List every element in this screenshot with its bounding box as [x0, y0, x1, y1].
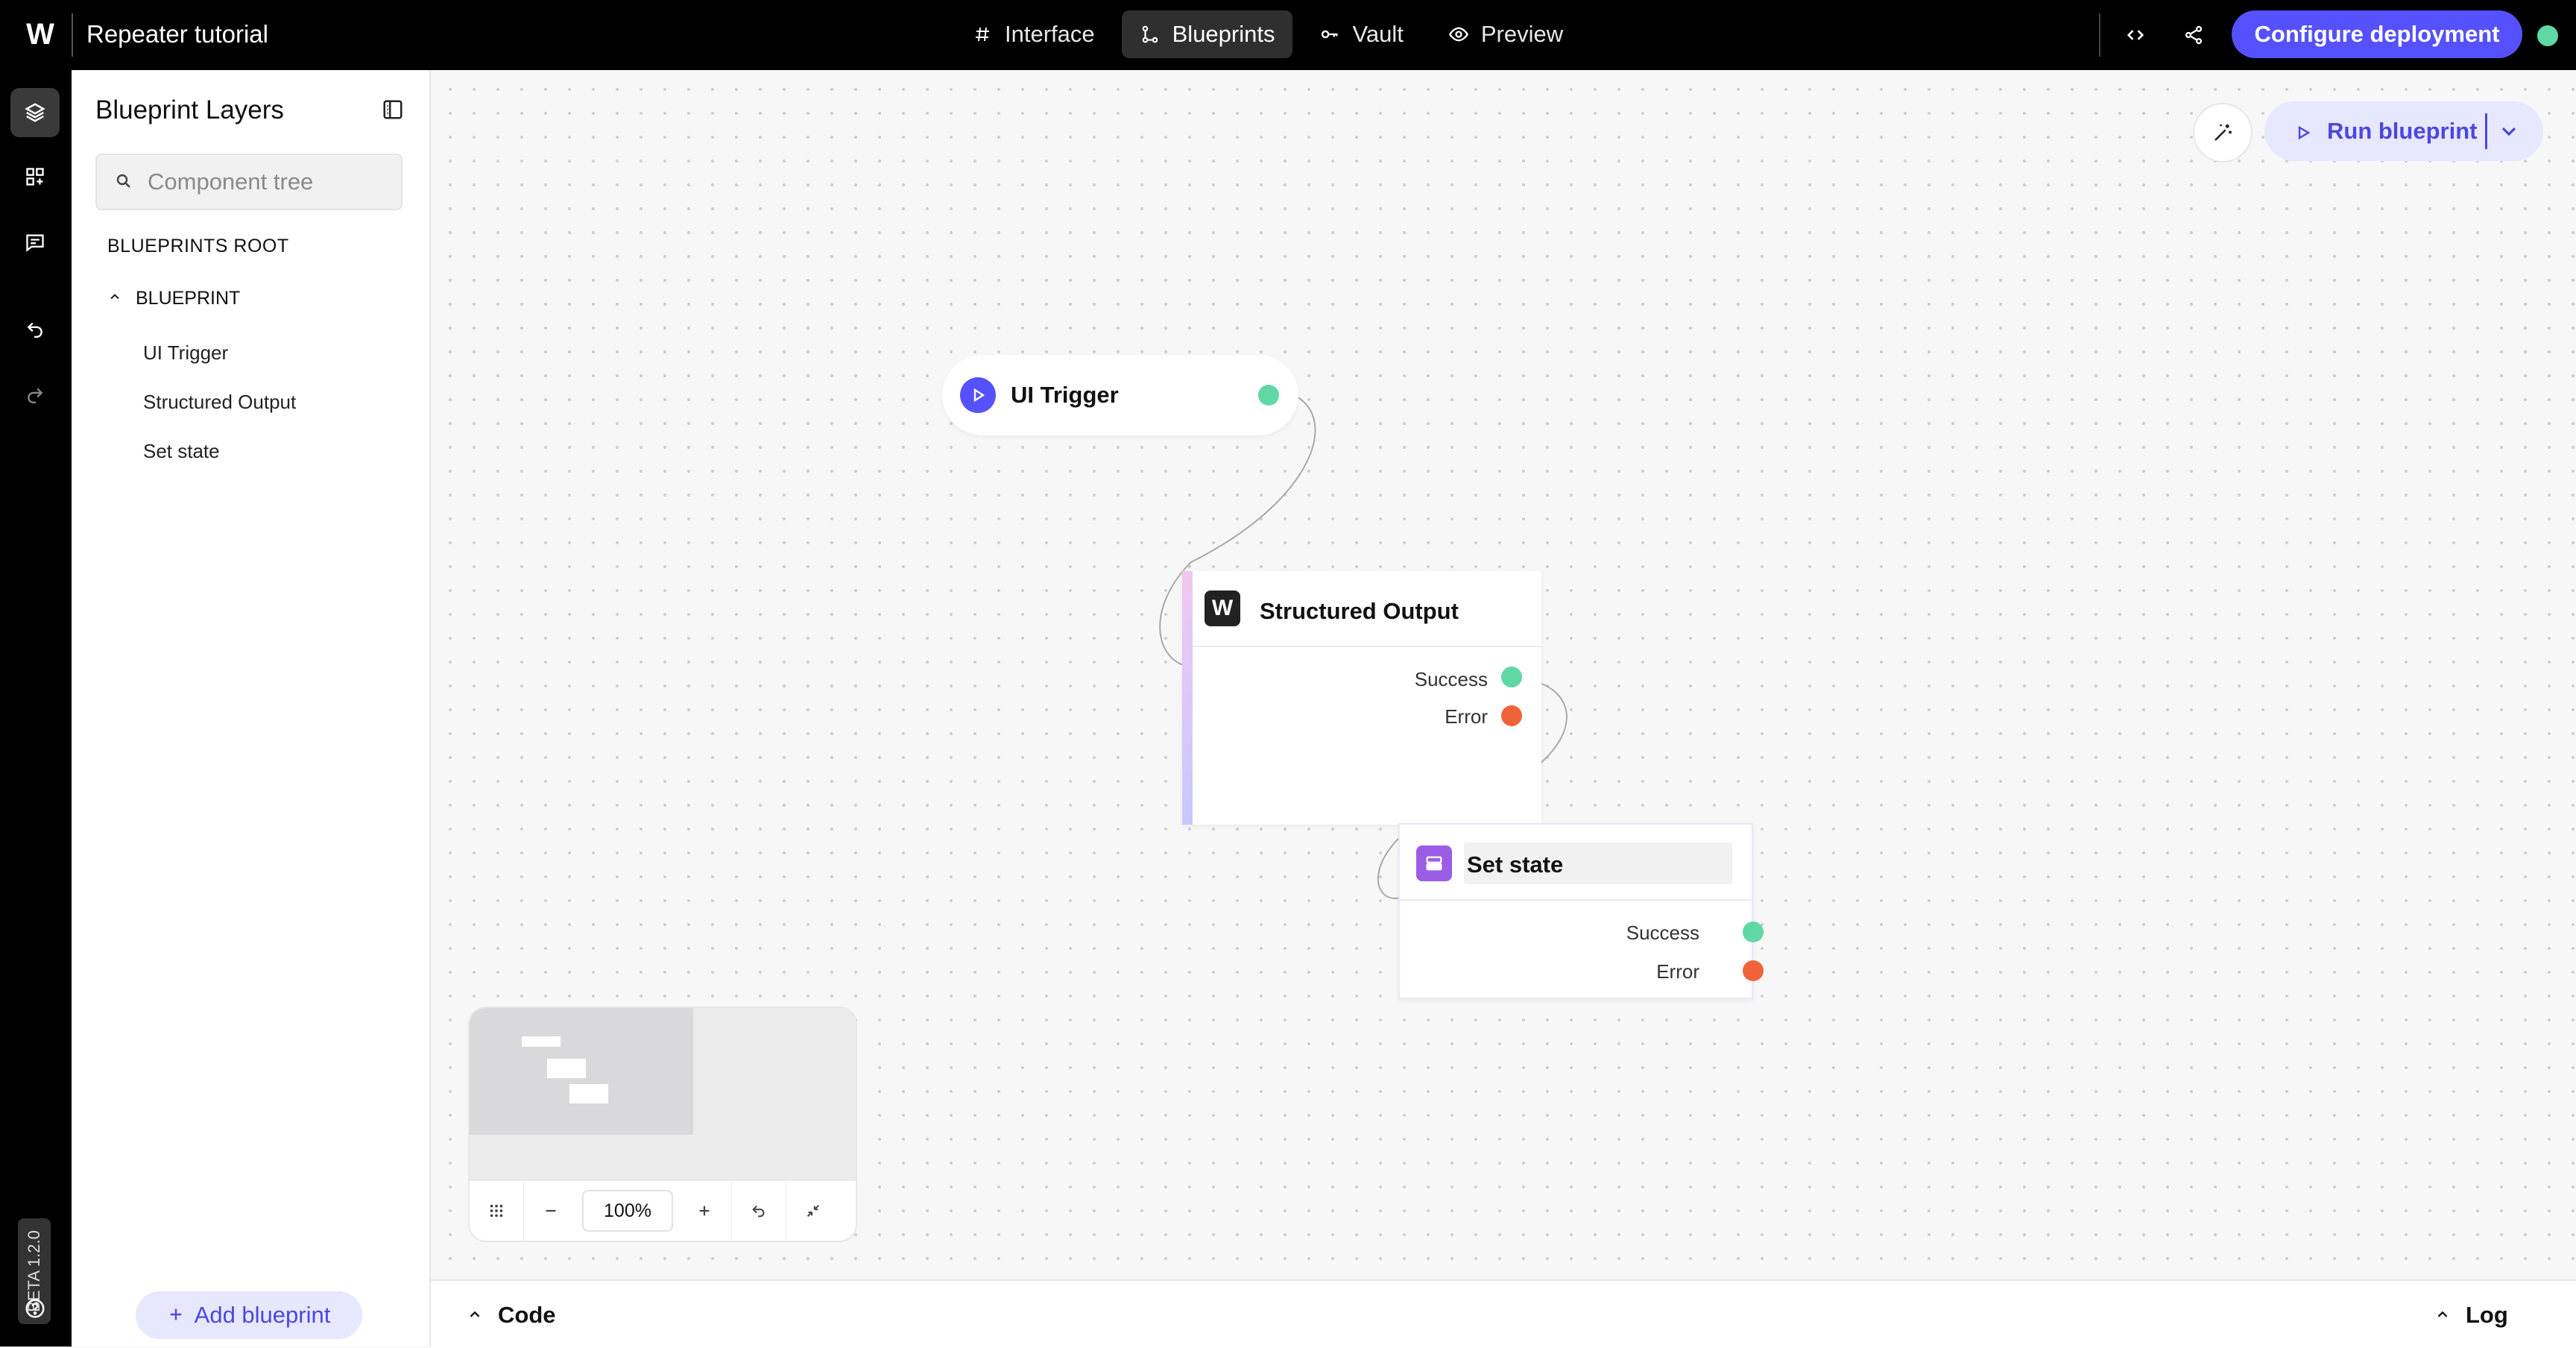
- tab-preview-label: Preview: [1480, 21, 1564, 47]
- key-icon: [1319, 24, 1340, 45]
- node-ui-trigger[interactable]: UI Trigger: [942, 355, 1298, 435]
- tree-item-structured-output[interactable]: Structured Output: [143, 391, 296, 414]
- tree-blueprint[interactable]: BLUEPRINT: [107, 288, 240, 309]
- success-port-label: Success: [1626, 922, 1699, 944]
- play-icon: [960, 377, 996, 413]
- app-title: Repeater tutorial: [86, 20, 268, 48]
- tree-root-label[interactable]: BLUEPRINTS ROOT: [107, 236, 289, 257]
- minimap-node: [569, 1084, 608, 1103]
- output-port[interactable]: [1258, 385, 1279, 406]
- tab-blueprints[interactable]: Blueprints: [1121, 10, 1293, 58]
- minimap[interactable]: 100%: [468, 1007, 857, 1242]
- node-accent-bar: [1182, 571, 1193, 825]
- eye-icon: [1448, 24, 1469, 45]
- error-port[interactable]: [1743, 960, 1764, 981]
- writer-logo-icon: W: [1205, 590, 1240, 626]
- node-set-state[interactable]: Set state Success Error: [1398, 823, 1764, 999]
- tab-vault[interactable]: Vault: [1301, 10, 1421, 58]
- left-rail: BETA 1.2.0: [0, 70, 72, 1347]
- tree-item-set-state[interactable]: Set state: [143, 440, 220, 463]
- search-icon: [115, 172, 134, 192]
- collapse-panel-icon[interactable]: [382, 98, 405, 122]
- log-label: Log: [2466, 1302, 2508, 1328]
- run-blueprint-label: Run blueprint: [2327, 118, 2478, 144]
- code-panel-toggle[interactable]: Code: [467, 1302, 556, 1329]
- writer-logo-icon[interactable]: W: [22, 18, 55, 51]
- chevron-down-icon[interactable]: [2497, 119, 2522, 145]
- minimap-node: [547, 1059, 586, 1078]
- success-port[interactable]: [1501, 667, 1522, 687]
- node-title: UI Trigger: [1011, 382, 1119, 408]
- top-bar: W Repeater tutorial Interface Blueprints…: [0, 0, 2576, 70]
- comments-icon[interactable]: [10, 218, 60, 267]
- run-blueprint-button[interactable]: Run blueprint: [2264, 101, 2543, 161]
- blueprint-layers-panel: Blueprint Layers BLUEPRINTS ROOT BLUEPRI…: [72, 70, 431, 1347]
- help-icon[interactable]: [10, 1284, 60, 1333]
- node-structured-output[interactable]: W Structured Output Success Error: [1182, 571, 1541, 825]
- divider: [2099, 13, 2100, 57]
- node-title: Set state: [1467, 851, 1564, 878]
- code-view-icon[interactable]: [2118, 18, 2153, 52]
- panel-title: Blueprint Layers: [95, 95, 284, 125]
- minimap-area[interactable]: [470, 1008, 856, 1181]
- success-port-label: Success: [1414, 668, 1488, 690]
- search-input[interactable]: [146, 168, 388, 196]
- error-port-label: Error: [1656, 960, 1699, 983]
- divider: [1193, 646, 1541, 647]
- divider: [2485, 113, 2487, 149]
- play-icon: [2294, 121, 2315, 142]
- grid-icon[interactable]: [470, 1181, 524, 1241]
- log-panel-toggle[interactable]: Log: [2434, 1302, 2508, 1329]
- layers-icon[interactable]: [10, 88, 60, 137]
- blueprint-canvas[interactable]: Run blueprint UI Trigger W Structured Ou…: [431, 70, 2576, 1279]
- success-port[interactable]: [1743, 922, 1764, 942]
- chevron-up-icon: [2434, 1302, 2451, 1329]
- tree-item-ui-trigger[interactable]: UI Trigger: [143, 341, 228, 365]
- zoom-out-icon[interactable]: [524, 1181, 578, 1241]
- status-indicator: [2536, 24, 2560, 48]
- undo-icon[interactable]: [10, 304, 60, 353]
- configure-deployment-button[interactable]: Configure deployment: [2232, 10, 2522, 58]
- top-nav: Interface Blueprints Vault Preview: [954, 10, 1581, 58]
- hash-icon: [972, 24, 993, 45]
- tab-interface[interactable]: Interface: [954, 10, 1113, 58]
- tab-interface-label: Interface: [1005, 21, 1095, 47]
- code-label: Code: [498, 1302, 556, 1328]
- node-title: Structured Output: [1260, 598, 1459, 624]
- share-icon[interactable]: [2176, 18, 2211, 52]
- add-component-icon[interactable]: [10, 152, 60, 201]
- set-state-icon: [1416, 845, 1452, 881]
- error-port-label: Error: [1445, 705, 1488, 728]
- add-blueprint-label: Add blueprint: [194, 1302, 331, 1328]
- divider: [1400, 899, 1752, 901]
- zoom-in-icon[interactable]: [678, 1181, 732, 1241]
- tab-blueprints-label: Blueprints: [1172, 21, 1275, 47]
- add-blueprint-button[interactable]: Add blueprint: [136, 1291, 362, 1339]
- fit-view-icon[interactable]: [786, 1181, 840, 1241]
- divider: [72, 13, 73, 57]
- zoom-controls: 100%: [470, 1181, 856, 1241]
- error-port[interactable]: [1501, 705, 1522, 726]
- minimap-node: [522, 1036, 561, 1047]
- tab-preview[interactable]: Preview: [1430, 10, 1581, 58]
- reset-zoom-icon[interactable]: [732, 1181, 786, 1241]
- tree-blueprint-label: BLUEPRINT: [136, 288, 241, 309]
- component-tree-search[interactable]: [95, 154, 402, 210]
- tab-vault-label: Vault: [1352, 21, 1404, 47]
- auto-layout-magic-icon[interactable]: [2193, 103, 2253, 163]
- chevron-up-icon: [467, 1302, 483, 1329]
- chevron-up-icon[interactable]: [107, 288, 122, 309]
- plus-icon: [168, 1302, 184, 1329]
- blueprints-icon: [1140, 24, 1161, 45]
- bottom-bar: Code Log: [431, 1279, 2576, 1348]
- zoom-level[interactable]: 100%: [582, 1190, 673, 1232]
- redo-icon[interactable]: [10, 370, 60, 419]
